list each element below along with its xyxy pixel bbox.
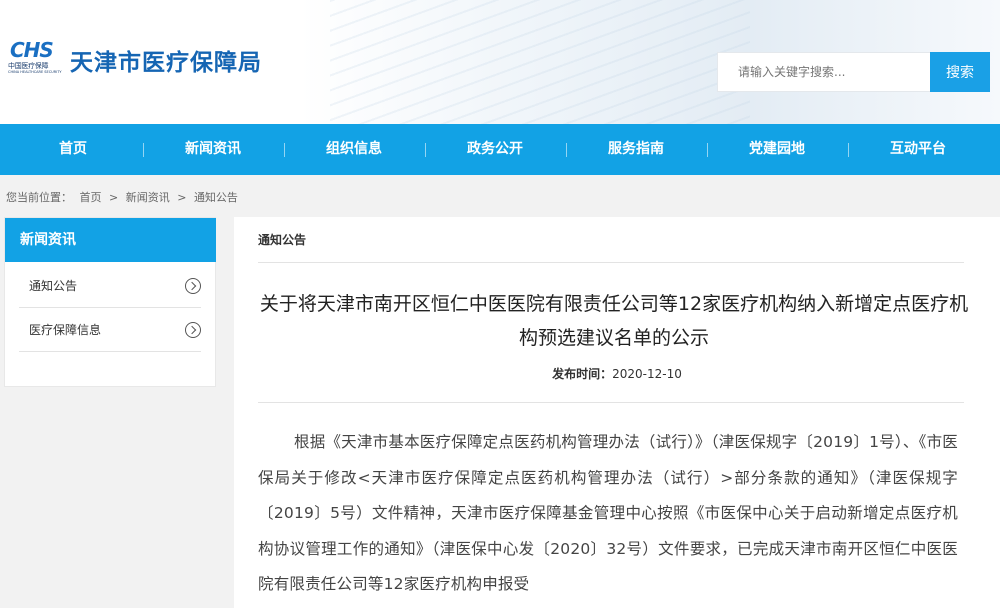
- logo-mark: CHS: [10, 38, 54, 62]
- header-background-decoration: [330, 0, 750, 124]
- site-header: CHS 中国医疗保障 CHINA HEALTHCARE SECURITY 天津市…: [0, 0, 1000, 124]
- nav-item-government-affairs[interactable]: 政务公开: [425, 124, 565, 175]
- chs-logo[interactable]: CHS 中国医疗保障 CHINA HEALTHCARE SECURITY: [8, 38, 62, 76]
- breadcrumb-news-link[interactable]: 新闻资讯: [126, 191, 170, 204]
- article-title: 关于将天津市南开区恒仁中医医院有限责任公司等12家医疗机构纳入新增定点医疗机构预…: [259, 293, 969, 349]
- sidebar-title: 新闻资讯: [5, 218, 216, 262]
- nav-item-interaction[interactable]: 互动平台: [848, 124, 988, 175]
- nav-item-home[interactable]: 首页: [3, 124, 143, 175]
- breadcrumb-separator: >: [109, 191, 119, 204]
- search-input[interactable]: [717, 52, 931, 92]
- breadcrumb-prefix: 您当前位置：: [6, 191, 72, 204]
- sidebar: 新闻资讯 通知公告 医疗保障信息: [4, 217, 216, 387]
- breadcrumb: 您当前位置： 首页 > 新闻资讯 > 通知公告: [6, 189, 242, 205]
- publish-date: 2020-12-10: [612, 367, 682, 381]
- main-nav: 首页 新闻资讯 组织信息 政务公开 服务指南 党建园地 互动平台: [0, 124, 1000, 175]
- publish-label: 发布时间：: [552, 367, 613, 381]
- divider: [258, 402, 964, 403]
- sidebar-item-notice[interactable]: 通知公告: [19, 264, 201, 308]
- breadcrumb-separator: >: [177, 191, 187, 204]
- article-body: 根据《天津市基本医疗保障定点医药机构管理办法（试行）》（津医保规字〔2019〕1…: [258, 433, 958, 594]
- chevron-right-circle-icon: [185, 278, 201, 294]
- sidebar-item-healthcare-info[interactable]: 医疗保障信息: [19, 308, 201, 352]
- sidebar-item-label: 通知公告: [29, 279, 78, 293]
- publish-info: 发布时间：2020-12-10: [234, 365, 1000, 382]
- search-button[interactable]: 搜索: [930, 52, 990, 92]
- nav-item-organization[interactable]: 组织信息: [284, 124, 424, 175]
- breadcrumb-home-link[interactable]: 首页: [80, 191, 102, 204]
- breadcrumb-notice-link[interactable]: 通知公告: [194, 191, 238, 204]
- chevron-right-circle-icon: [185, 322, 201, 338]
- site-title: 天津市医疗保障局: [70, 50, 262, 76]
- sidebar-item-label: 医疗保障信息: [29, 323, 102, 337]
- nav-item-party-building[interactable]: 党建园地: [707, 124, 847, 175]
- section-title: 通知公告: [258, 217, 964, 263]
- nav-item-news[interactable]: 新闻资讯: [143, 124, 283, 175]
- nav-item-service-guide[interactable]: 服务指南: [566, 124, 706, 175]
- logo-subtitle-en: CHINA HEALTHCARE SECURITY: [8, 70, 62, 74]
- main-content: 通知公告 关于将天津市南开区恒仁中医医院有限责任公司等12家医疗机构纳入新增定点…: [234, 217, 1000, 608]
